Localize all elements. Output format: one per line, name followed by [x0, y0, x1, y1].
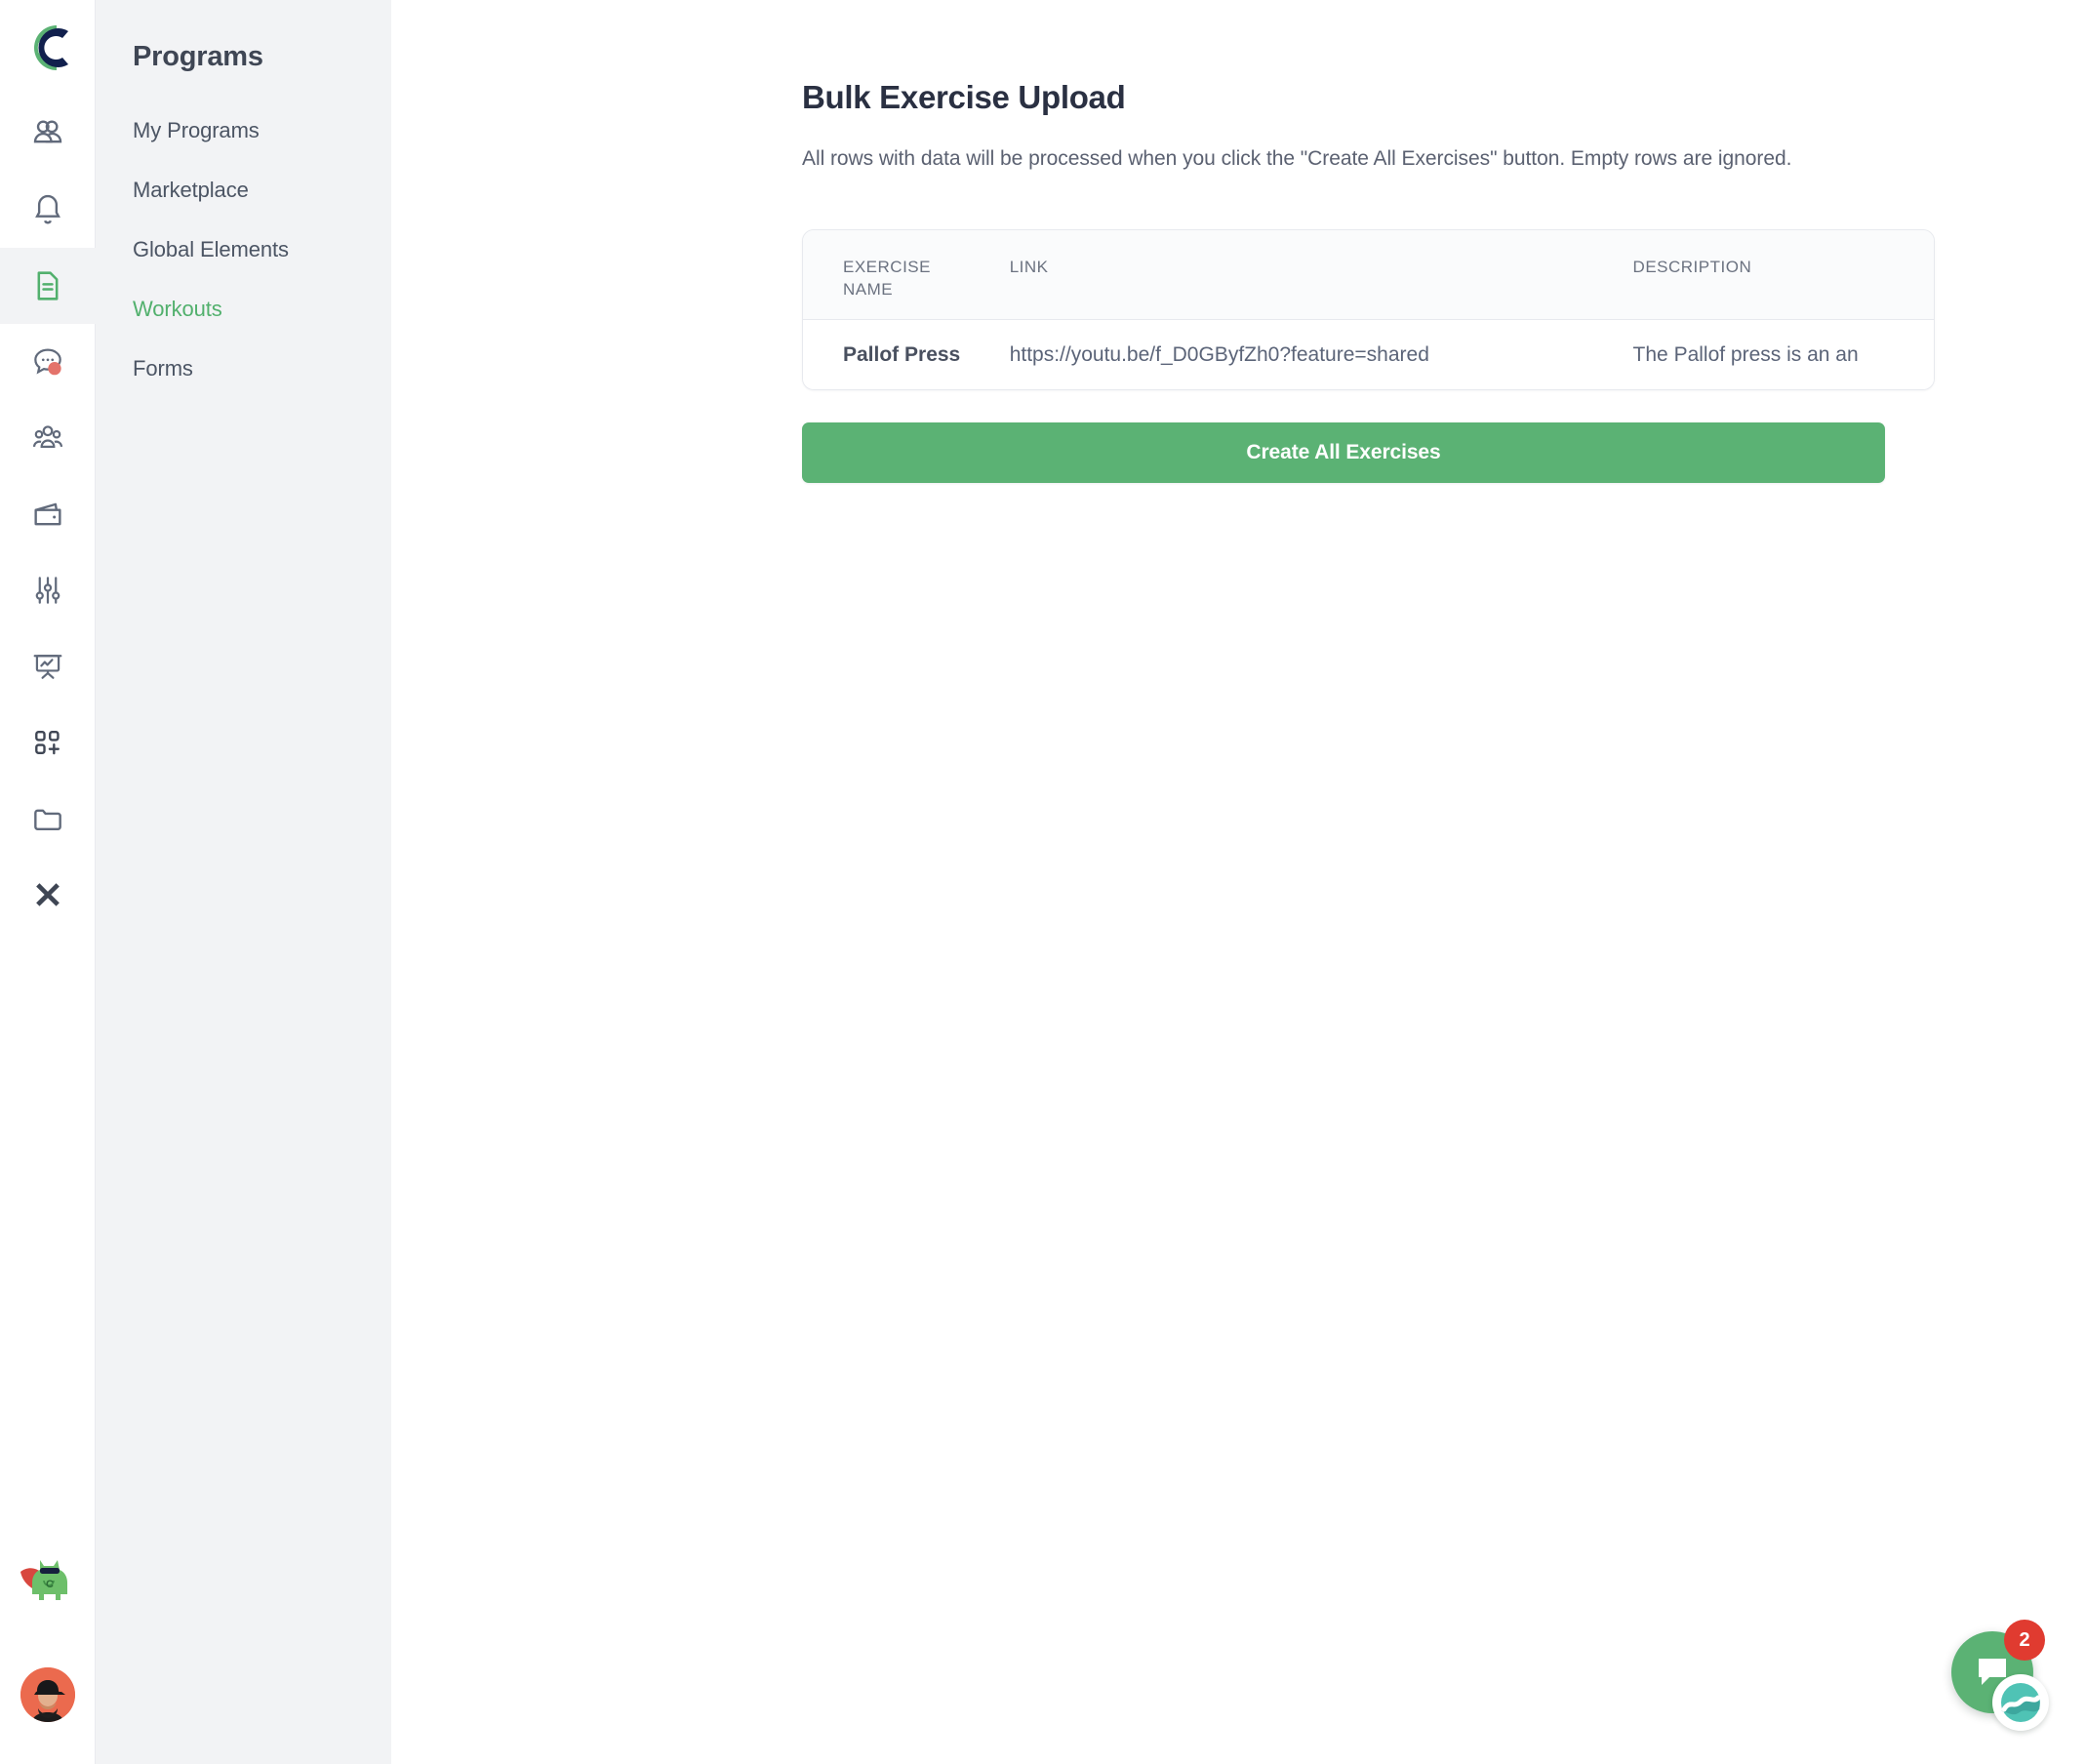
- cell-exercise-name: Pallof Press: [843, 342, 961, 366]
- superhero-cat-icon: C: [20, 1560, 67, 1600]
- rail-item-files[interactable]: [0, 781, 96, 857]
- user-avatar[interactable]: [0, 1647, 96, 1743]
- rail-item-programs[interactable]: [0, 248, 96, 324]
- column-header-description: DESCRIPTION: [1632, 258, 1752, 276]
- people-icon: [33, 120, 61, 143]
- app-root: C Programs My Programs Marketplace Globa…: [0, 0, 2086, 1764]
- rail-item-payments[interactable]: [0, 476, 96, 552]
- column-header-exercise-name: EXERCISE NAME: [803, 230, 1010, 319]
- table-header-row: EXERCISE NAME LINK DESCRIPTION: [803, 230, 1934, 320]
- svg-text:C: C: [46, 1579, 54, 1590]
- sidebar-item-workouts[interactable]: Workouts: [96, 294, 391, 324]
- page-subtitle: All rows with data will be processed whe…: [802, 147, 1792, 170]
- chat-unread-badge[interactable]: 2: [2004, 1620, 2045, 1661]
- presentation-chart-icon: [33, 655, 61, 679]
- column-header-line1: EXERCISE: [843, 258, 931, 276]
- exercise-table-card: EXERCISE NAME LINK DESCRIPTION Pallof Pr…: [802, 229, 1935, 390]
- intercom-logo-button[interactable]: [1992, 1674, 2049, 1731]
- content-column: Bulk Exercise Upload All rows with data …: [802, 0, 2086, 483]
- main-content: Bulk Exercise Upload All rows with data …: [391, 0, 2086, 1764]
- rail-item-notifications[interactable]: [0, 172, 96, 248]
- table-row[interactable]: Pallof Press https://youtu.be/f_D0GByfZh…: [803, 320, 1934, 389]
- rail-item-close[interactable]: [0, 857, 96, 933]
- sidebar-title: Programs: [133, 41, 263, 72]
- cell-description: The Pallof press is an an: [1632, 342, 1859, 366]
- column-header-link: LINK: [1009, 258, 1049, 276]
- bell-icon: [34, 194, 60, 224]
- avatar-photo: [20, 1667, 75, 1722]
- sidebar-item-global-elements[interactable]: Global Elements: [96, 234, 391, 264]
- sidebar-item-forms[interactable]: Forms: [96, 353, 391, 383]
- page-title: Bulk Exercise Upload: [802, 79, 1126, 115]
- rail-item-messages[interactable]: [0, 324, 96, 400]
- community-group-icon: [32, 425, 62, 448]
- rail-item-settings[interactable]: [0, 552, 96, 628]
- column-header-line2: NAME: [843, 280, 894, 299]
- secondary-sidebar: Programs My Programs Marketplace Global …: [96, 0, 391, 1764]
- mascot-character[interactable]: C: [0, 1530, 96, 1625]
- wallet-icon: [33, 502, 61, 526]
- intercom-logo-icon: [2001, 1683, 2041, 1722]
- chat-launcher: 2: [1951, 1620, 2049, 1731]
- rail-item-people[interactable]: [0, 96, 96, 172]
- sidebar-item-marketplace[interactable]: Marketplace: [96, 175, 391, 205]
- close-x-icon: [35, 883, 60, 906]
- icon-rail: C: [0, 0, 96, 1764]
- sliders-icon: [35, 577, 60, 604]
- app-logo[interactable]: [0, 0, 96, 96]
- rail-item-apps[interactable]: [0, 704, 96, 781]
- logo-c-icon: [33, 25, 68, 70]
- add-apps-icon: [34, 731, 60, 755]
- folder-icon: [33, 809, 61, 830]
- sidebar-nav-list: My Programs Marketplace Global Elements …: [96, 115, 391, 383]
- rail-item-community[interactable]: [0, 400, 96, 476]
- create-all-exercises-button[interactable]: Create All Exercises: [802, 422, 1885, 483]
- chat-bubble-icon: [33, 348, 61, 376]
- rail-item-reports[interactable]: [0, 628, 96, 704]
- avatar: [20, 1667, 75, 1722]
- document-icon: [37, 271, 58, 301]
- cell-link: https://youtu.be/f_D0GByfZh0?feature=sha…: [1009, 342, 1429, 366]
- sidebar-item-my-programs[interactable]: My Programs: [96, 115, 391, 145]
